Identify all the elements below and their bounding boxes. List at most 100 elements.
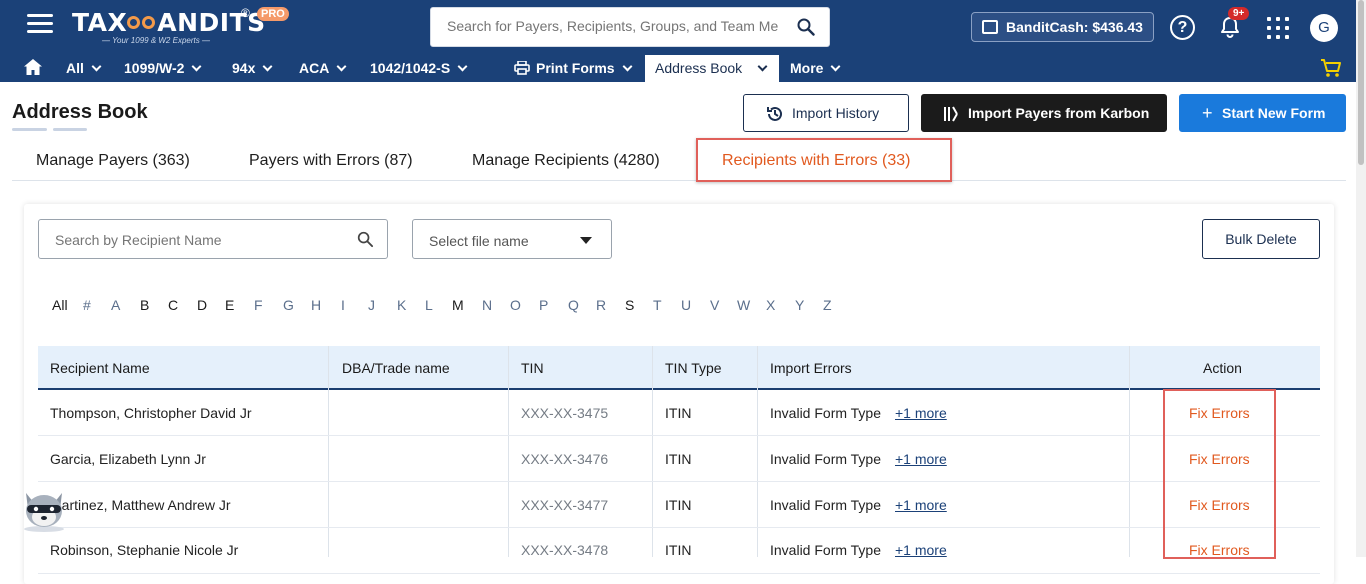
tab-payers-with-errors[interactable]: Payers with Errors (87)	[249, 152, 413, 170]
bandit-mascot-chat-icon[interactable]	[18, 485, 70, 533]
cart-icon[interactable]	[1320, 58, 1342, 78]
global-search-input[interactable]	[447, 18, 787, 34]
col-tin[interactable]: TIN	[521, 360, 544, 376]
global-search	[430, 7, 830, 47]
alpha-filter-z[interactable]: Z	[823, 297, 832, 313]
alpha-filter-j[interactable]: J	[368, 297, 375, 313]
logo-tagline: — Your 1099 & W2 Experts —	[102, 36, 210, 45]
import-error: Invalid Form Type	[770, 542, 882, 558]
alpha-filter-s[interactable]: S	[625, 297, 634, 313]
hamburger-menu-icon[interactable]	[27, 14, 53, 34]
nav-1099-w2[interactable]: 1099/W-2	[124, 60, 202, 76]
table-row: Robinson, Stephanie Nicole Jr XXX-XX-347…	[38, 528, 1320, 574]
recipient-name: Robinson, Stephanie Nicole Jr	[50, 542, 239, 558]
alpha-filter-n[interactable]: N	[482, 297, 492, 313]
alpha-filter-r[interactable]: R	[596, 297, 606, 313]
notification-badge: 9+	[1228, 7, 1250, 20]
karbon-logo-icon	[944, 106, 958, 122]
more-errors-link[interactable]: +1 more	[895, 542, 947, 558]
taxbandits-logo[interactable]: TAX ANDITS ® PRO — Your 1099 & W2 Experts…	[72, 6, 292, 48]
plus-icon: +	[1202, 103, 1213, 123]
nav-print-forms[interactable]: Print Forms	[514, 60, 633, 76]
alpha-filter-g[interactable]: G	[283, 297, 294, 313]
more-errors-link[interactable]: +1 more	[895, 497, 947, 513]
import-error: Invalid Form Type	[770, 451, 882, 467]
nav-1042[interactable]: 1042/1042-S	[370, 60, 468, 76]
page-title: Address Book	[12, 101, 148, 123]
owl-eyes-icon	[127, 13, 157, 33]
alpha-filter-b[interactable]: B	[140, 297, 149, 313]
wallet-icon	[982, 20, 998, 34]
alpha-filter-u[interactable]: U	[681, 297, 691, 313]
alpha-filter-t[interactable]: T	[653, 297, 662, 313]
col-tin-type[interactable]: TIN Type	[665, 360, 722, 376]
chevron-down-icon	[622, 61, 633, 72]
recipient-name: Thompson, Christopher David Jr	[50, 405, 252, 421]
chevron-down-icon	[191, 61, 202, 72]
alpha-filter-a[interactable]: A	[111, 297, 120, 313]
search-icon[interactable]	[797, 18, 815, 36]
user-avatar[interactable]: G	[1310, 14, 1338, 42]
tin-value: XXX-XX-3476	[521, 451, 609, 467]
title-underline	[12, 128, 47, 131]
alpha-filter-hash[interactable]: #	[83, 297, 91, 313]
alpha-filter-q[interactable]: Q	[568, 297, 579, 313]
import-karbon-button[interactable]: Import Payers from Karbon	[921, 94, 1167, 132]
alpha-filter-m[interactable]: M	[452, 297, 464, 313]
tab-manage-recipients[interactable]: Manage Recipients (4280)	[472, 152, 660, 170]
tab-recipients-with-errors[interactable]: Recipients with Errors (33)	[696, 138, 952, 182]
apps-grid-icon[interactable]	[1267, 17, 1289, 39]
nav-all[interactable]: All	[66, 60, 102, 76]
alpha-filter-l[interactable]: L	[425, 297, 433, 313]
import-history-button[interactable]: Import History	[743, 94, 909, 132]
chevron-down-icon	[262, 61, 273, 72]
search-icon[interactable]	[357, 231, 374, 248]
alpha-filter-e[interactable]: E	[225, 297, 234, 313]
alpha-filter-k[interactable]: K	[397, 297, 406, 313]
alpha-filter-f[interactable]: F	[254, 297, 263, 313]
action-highlight-box	[1163, 389, 1276, 559]
top-header: TAX ANDITS ® PRO — Your 1099 & W2 Experts…	[0, 0, 1366, 55]
alpha-filter-all[interactable]: All	[52, 297, 68, 313]
alpha-filter-v[interactable]: V	[710, 297, 719, 313]
address-book-tabs: Manage Payers (363) Payers with Errors (…	[12, 140, 1346, 181]
history-icon	[767, 106, 782, 121]
recipient-name: Garcia, Elizabeth Lynn Jr	[50, 451, 206, 467]
recipient-search	[38, 219, 388, 259]
alpha-filter-h[interactable]: H	[311, 297, 321, 313]
alpha-filter-o[interactable]: O	[510, 297, 521, 313]
tin-type: ITIN	[665, 405, 692, 421]
bulk-delete-button[interactable]: Bulk Delete	[1202, 219, 1320, 259]
tin-value: XXX-XX-3477	[521, 497, 609, 513]
tab-manage-payers[interactable]: Manage Payers (363)	[36, 152, 190, 170]
alpha-filter-d[interactable]: D	[197, 297, 207, 313]
nav-more[interactable]: More	[790, 60, 841, 76]
alpha-filter-y[interactable]: Y	[795, 297, 804, 313]
alpha-filter-p[interactable]: P	[539, 297, 548, 313]
more-errors-link[interactable]: +1 more	[895, 405, 947, 421]
start-new-form-button[interactable]: + Start New Form	[1179, 94, 1346, 132]
file-name-select[interactable]: Select file name	[412, 219, 612, 259]
col-dba[interactable]: DBA/Trade name	[342, 360, 450, 376]
more-errors-link[interactable]: +1 more	[895, 451, 947, 467]
alpha-filter-w[interactable]: W	[737, 297, 750, 313]
chevron-down-icon	[336, 61, 347, 72]
scrollbar-thumb[interactable]	[1358, 0, 1364, 165]
table-row: Thompson, Christopher David Jr XXX-XX-34…	[38, 390, 1320, 436]
bandit-cash-button[interactable]: BanditCash: $436.43	[971, 12, 1154, 42]
col-recipient-name[interactable]: Recipient Name	[50, 360, 150, 376]
title-underline	[53, 128, 87, 131]
alpha-filter-i[interactable]: I	[341, 297, 345, 313]
tin-value: XXX-XX-3478	[521, 542, 609, 558]
help-icon[interactable]: ?	[1170, 15, 1195, 40]
tin-value: XXX-XX-3475	[521, 405, 609, 421]
recipient-search-input[interactable]	[55, 232, 335, 248]
home-icon[interactable]	[24, 59, 42, 75]
nav-94x[interactable]: 94x	[232, 60, 273, 76]
alpha-filter-x[interactable]: X	[766, 297, 775, 313]
recipient-name: Martinez, Matthew Andrew Jr	[50, 497, 231, 513]
alpha-filter-c[interactable]: C	[168, 297, 178, 313]
col-import-errors[interactable]: Import Errors	[770, 360, 852, 376]
nav-aca[interactable]: ACA	[299, 60, 347, 76]
nav-address-book[interactable]: Address Book	[645, 55, 779, 82]
